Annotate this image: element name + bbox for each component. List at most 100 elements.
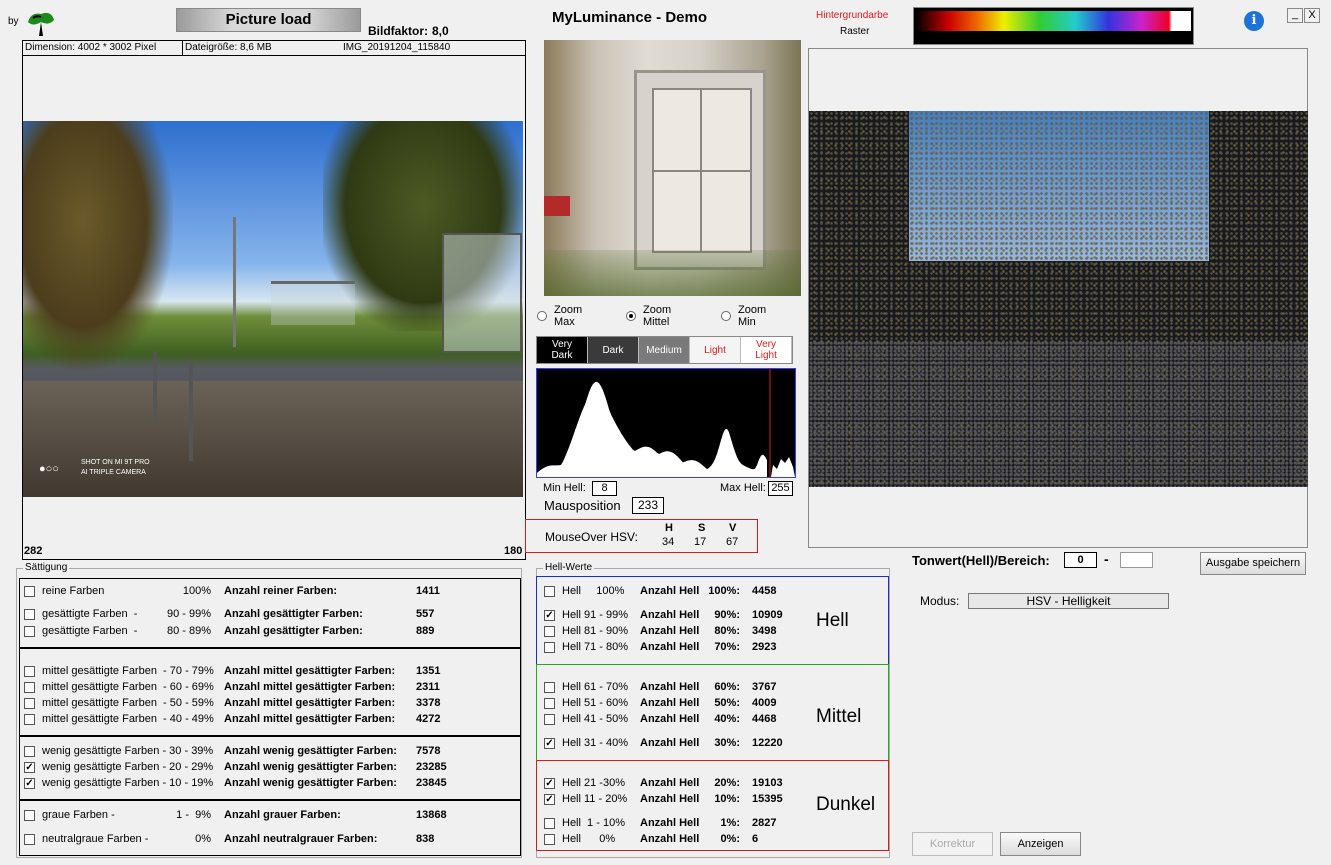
hell-label-4: Hell 61 - 70%	[562, 681, 629, 693]
saettigung-count-8: 23285	[416, 761, 447, 773]
hell-label-10: Hell 1 - 10%	[562, 817, 625, 829]
min-hell-label: Min Hell:	[543, 482, 586, 494]
watermark-line1: SHOT ON MI 9T PRO	[81, 459, 150, 466]
hell-checkbox-10[interactable]	[544, 818, 555, 829]
hell-count-label-2: Anzahl Hell	[640, 625, 700, 637]
histogram-area	[537, 381, 767, 477]
hell-count-label-6: Anzahl Hell	[640, 713, 700, 725]
corner-right-value: 180	[504, 545, 523, 557]
zoom-radio-2[interactable]	[721, 311, 731, 321]
corner-left-value: 282	[24, 545, 43, 557]
saettigung-count-label-3: Anzahl mittel gesättigter Farben:	[224, 665, 396, 677]
hell-count-label-7: Anzahl Hell	[640, 737, 700, 749]
tonwert-from-input[interactable]: 0	[1064, 552, 1097, 568]
saettigung-count-label-8: Anzahl wenig gesättigter Farben:	[224, 761, 397, 773]
saettigung-checkbox-11[interactable]	[24, 834, 35, 845]
street-scene-photo[interactable]: ●○○ SHOT ON MI 9T PRO AI TRIPLE CAMERA	[23, 121, 523, 497]
hell-checkbox-3[interactable]	[544, 642, 555, 653]
saettigung-count-1: 557	[416, 608, 435, 620]
saettigung-checkbox-1[interactable]	[24, 609, 35, 620]
info-icon[interactable]: i	[1244, 11, 1264, 31]
hell-count-5: 4009	[752, 697, 777, 709]
hell-count-1: 10909	[752, 609, 783, 621]
saettigung-checkbox-8[interactable]: ✓	[24, 762, 35, 773]
hell-checkbox-0[interactable]	[544, 586, 555, 597]
saettigung-checkbox-10[interactable]	[24, 810, 35, 821]
hell-checkbox-6[interactable]	[544, 714, 555, 725]
saettigung-count-label-5: Anzahl mittel gesättigter Farben:	[224, 697, 396, 709]
mausposition-value: 233	[632, 497, 664, 514]
s-header: S	[698, 522, 706, 534]
hell-pct-3: 70%:	[714, 641, 740, 653]
watermark-line2: AI TRIPLE CAMERA	[81, 469, 146, 476]
hell-checkbox-1[interactable]: ✓	[544, 610, 555, 621]
saettigung-label-10: graue Farben -	[42, 809, 115, 821]
min-hell-value: 8	[592, 481, 617, 496]
modus-select[interactable]: HSV - Helligkeit	[968, 593, 1169, 609]
saettigung-count-10: 13868	[416, 809, 447, 821]
saettigung-checkbox-0[interactable]	[24, 586, 35, 597]
tonwert-to-input[interactable]	[1120, 552, 1153, 568]
anzeigen-button[interactable]: Anzeigen	[1000, 832, 1081, 856]
hell-pct-4: 60%:	[714, 681, 740, 693]
hell-count-label-4: Anzahl Hell	[640, 681, 700, 693]
hell-checkbox-2[interactable]	[544, 626, 555, 637]
saettigung-checkbox-7[interactable]	[24, 746, 35, 757]
hell-label-8: Hell 21 -30%	[562, 777, 625, 789]
hell-checkbox-9[interactable]: ✓	[544, 794, 555, 805]
picture-load-button[interactable]: Picture load	[176, 8, 361, 32]
hell-pct-5: 50%:	[714, 697, 740, 709]
saettigung-checkbox-2[interactable]	[24, 626, 35, 637]
hell-count-label-1: Anzahl Hell	[640, 609, 700, 621]
hell-pct-1: 90%:	[714, 609, 740, 621]
raster-label: Raster	[840, 26, 870, 37]
hell-label-3: Hell 71 - 80%	[562, 641, 629, 653]
saettigung-count-label-6: Anzahl mittel gesättigter Farben:	[224, 713, 396, 725]
zoom-radio-1[interactable]	[626, 311, 636, 321]
hell-checkbox-7[interactable]: ✓	[544, 738, 555, 749]
saettigung-range-11: 0%	[195, 833, 211, 845]
hell-count-7: 12220	[752, 737, 783, 749]
korrektur-button[interactable]: Korrektur	[912, 832, 993, 856]
hell-checkbox-11[interactable]	[544, 834, 555, 845]
saettigung-count-5: 3378	[416, 697, 441, 709]
hell-count-9: 15395	[752, 793, 783, 805]
hell-group-name-0: Hell	[816, 610, 849, 631]
luminance-histogram[interactable]	[536, 368, 796, 478]
ausgabe-speichern-button[interactable]: Ausgabe speichern	[1200, 552, 1306, 575]
luminance-filtered-image[interactable]	[809, 111, 1308, 487]
zoom-radio-0[interactable]	[537, 311, 547, 321]
hell-label-11: Hell 0%	[562, 833, 616, 845]
saettigung-count-3: 1351	[416, 665, 441, 677]
saettigung-label-9: wenig gesättigte Farben - 10 - 19%	[42, 777, 214, 789]
zoom-label-1: Zoom Mittel	[643, 304, 672, 328]
modus-label: Modus:	[920, 594, 960, 608]
bildfaktor-label: Bildfaktor:	[368, 24, 428, 38]
v-value: 67	[726, 536, 739, 548]
saettigung-range-2: 80 - 89%	[166, 625, 211, 637]
hell-checkbox-5[interactable]	[544, 698, 555, 709]
zoom-preview-image[interactable]	[544, 40, 801, 296]
color-spectrum-picker[interactable]	[913, 7, 1194, 45]
tonwert-label: Tonwert(Hell)/Bereich:	[912, 553, 1050, 568]
saettigung-checkbox-4[interactable]	[24, 682, 35, 693]
tone-scale-bar: Very Dark Dark Medium Light Very Light	[536, 336, 793, 364]
saettigung-count-label-1: Anzahl gesättigter Farben:	[224, 608, 363, 620]
saettigung-count-label-0: Anzahl reiner Farben:	[224, 585, 338, 597]
saettigung-checkbox-3[interactable]	[24, 666, 35, 677]
saettigung-count-0: 1411	[416, 585, 440, 597]
hell-count-4: 3767	[752, 681, 777, 693]
minimize-button[interactable]: _	[1287, 8, 1303, 23]
saettigung-checkbox-5[interactable]	[24, 698, 35, 709]
max-hell-label: Max Hell:	[720, 482, 766, 494]
h-value: 34	[662, 536, 675, 548]
saettigung-count-label-7: Anzahl wenig gesättigter Farben:	[224, 745, 397, 757]
v-header: V	[729, 522, 737, 534]
hell-pct-2: 80%:	[714, 625, 740, 637]
hell-checkbox-4[interactable]	[544, 682, 555, 693]
hell-label-0: Hell 100%	[562, 585, 625, 597]
saettigung-checkbox-6[interactable]	[24, 714, 35, 725]
close-button[interactable]: X	[1304, 8, 1320, 23]
hell-checkbox-8[interactable]: ✓	[544, 778, 555, 789]
saettigung-checkbox-9[interactable]: ✓	[24, 778, 35, 789]
